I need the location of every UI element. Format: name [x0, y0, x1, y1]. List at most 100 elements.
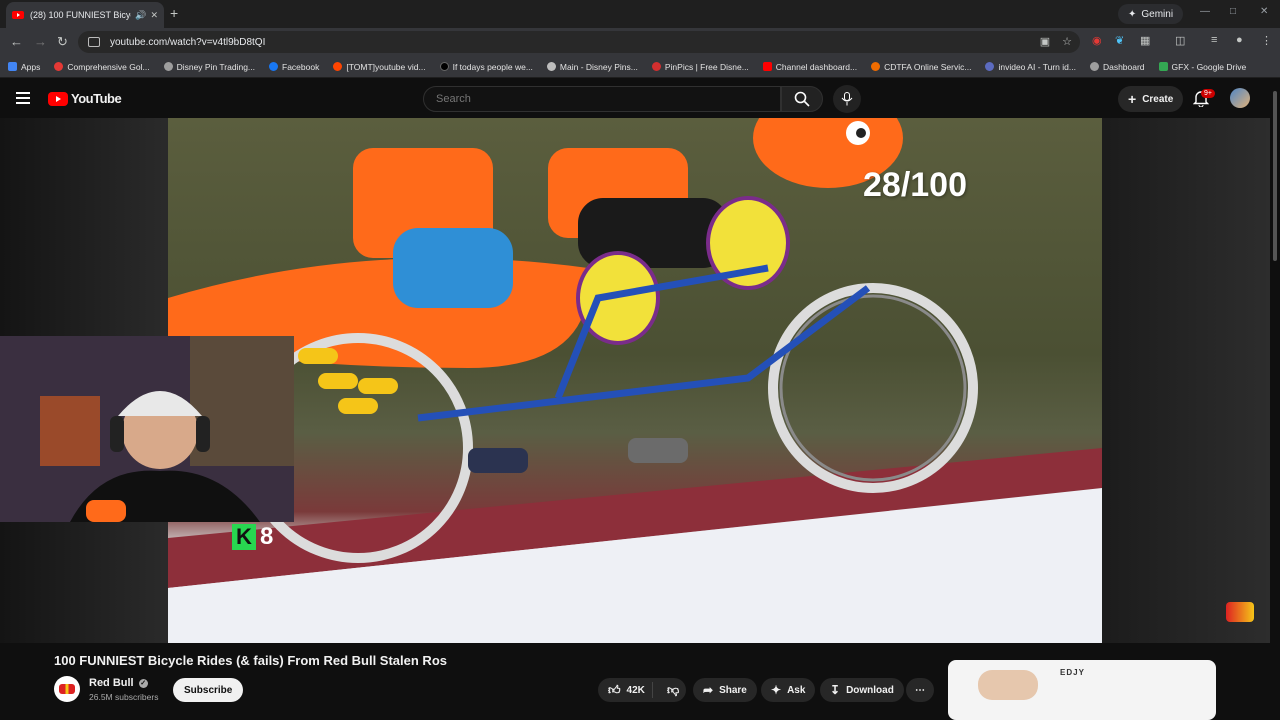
search-button[interactable] [781, 86, 823, 112]
apps-grid-icon [8, 62, 17, 71]
more-actions-button[interactable]: ⋯ [906, 678, 934, 702]
bookmark-favicon-icon [163, 62, 173, 71]
bookmark-item[interactable]: Facebook [269, 62, 319, 72]
address-row: ← → ↻ youtube.com/watch?v=v4tl9bD8tQI ▣ … [0, 28, 1280, 56]
ask-label: Ask [787, 684, 806, 696]
speaker-icon[interactable]: 🔊 [135, 10, 146, 21]
bookmark-item[interactable]: GFX - Google Drive [1158, 62, 1246, 72]
share-button[interactable]: ➦ Share [693, 678, 757, 702]
related-video-thumbnail[interactable]: EDJY [948, 660, 1216, 720]
share-label: Share [719, 684, 747, 696]
like-count: 42K [626, 684, 645, 696]
address-bar[interactable]: youtube.com/watch?v=v4tl9bD8tQI ▣ ☆ [78, 31, 1080, 53]
bookmark-favicon-icon [546, 62, 556, 71]
bookmark-label: Apps [21, 61, 41, 72]
site-info-icon[interactable] [88, 37, 100, 47]
bookmark-favicon-icon [871, 62, 881, 71]
notification-count-badge: 9+ [1201, 89, 1215, 98]
channel-name-text: Red Bull [89, 677, 134, 689]
reddit-icon [333, 62, 343, 71]
k-number: 8 [260, 523, 274, 550]
bookmark-item[interactable]: Disney Pin Trading... [163, 62, 255, 72]
new-tab-button[interactable]: + [170, 5, 178, 21]
reload-icon[interactable]: ↻ [57, 34, 68, 50]
bookmark-star-icon[interactable]: ☆ [1062, 35, 1072, 48]
dislike-button[interactable]: 👎︎ [659, 683, 679, 698]
bookmark-item[interactable]: If todays people we... [439, 61, 533, 72]
close-tab-icon[interactable]: ✕ [150, 10, 158, 21]
bookmark-item[interactable]: [TOMT]youtube vid... [333, 61, 426, 72]
verified-check-icon: ✓ [138, 678, 148, 688]
extensions-puzzle-icon[interactable]: ▦ [1140, 34, 1150, 47]
youtube-favicon-icon [12, 11, 24, 19]
channel-avatar[interactable] [54, 676, 80, 702]
sparkle-icon: ✦ [771, 683, 782, 697]
google-drive-icon [1158, 62, 1168, 71]
overlay-counter: 28/100 [863, 166, 967, 204]
share-arrow-icon: ➦ [703, 683, 714, 697]
forward-icon[interactable]: → [34, 34, 47, 49]
close-window-icon[interactable]: ✕ [1260, 6, 1268, 17]
bookmark-label: PinPics | Free Disne... [664, 61, 749, 72]
ask-button[interactable]: ✦ Ask [761, 678, 816, 702]
extension-red-icon[interactable]: ◉ [1092, 34, 1102, 47]
plus-icon: + [1128, 91, 1137, 107]
subscriber-count: 26.5M subscribers [89, 692, 159, 702]
like-dislike-group: 👍︎ 42K 👎︎ [598, 678, 686, 702]
bookmark-item[interactable]: PinPics | Free Disne... [651, 61, 749, 72]
account-avatar[interactable] [1230, 88, 1250, 108]
back-icon[interactable]: ← [10, 34, 23, 49]
bookmarks-bar: Apps Comprehensive Gol... Disney Pin Tra… [0, 56, 1280, 78]
download-button[interactable]: ↧ Download [820, 678, 904, 702]
bookmark-item[interactable]: Channel dashboard... [762, 62, 857, 72]
subscribe-button[interactable]: Subscribe [173, 678, 244, 702]
side-panel-icon[interactable]: ◫ [1175, 34, 1185, 47]
youtube-studio-icon [762, 62, 772, 71]
browser-tab[interactable]: (28) 100 FUNNIEST Bicycle 🔊 ✕ [6, 2, 164, 28]
scrollbar-thumb[interactable] [1273, 91, 1277, 261]
extension-blue-icon[interactable]: ❦ [1115, 34, 1124, 47]
like-button[interactable]: 👍︎ 42K [598, 682, 653, 698]
search-input[interactable] [423, 86, 781, 112]
channel-name[interactable]: Red Bull ✓ [89, 677, 148, 689]
video-frame[interactable]: 28/100 [168, 118, 1102, 643]
more-horizontal-icon: ⋯ [915, 684, 925, 696]
gemini-label: Gemini [1141, 8, 1174, 20]
browser-tab-bar: (28) 100 FUNNIEST Bicycle 🔊 ✕ + ✦ Gemini… [0, 0, 1280, 28]
hamburger-menu-icon[interactable] [16, 92, 30, 107]
k-counter-overlay: K 8 [232, 523, 273, 551]
download-label: Download [846, 684, 894, 696]
thumbnail-hand-image [978, 670, 1038, 700]
create-label: Create [1142, 93, 1174, 105]
tab-title: (28) 100 FUNNIEST Bicycle [30, 10, 132, 20]
thumbnail-brand-text: EDJY [1060, 668, 1085, 677]
download-icon: ↧ [830, 683, 841, 697]
voice-search-button[interactable] [833, 85, 861, 113]
bookmark-label: [TOMT]youtube vid... [346, 61, 426, 72]
bookmark-favicon-icon [985, 62, 995, 71]
tiktok-icon [439, 62, 449, 71]
bookmark-label: Facebook [282, 61, 320, 72]
profile-icon[interactable]: ● [1236, 34, 1243, 46]
install-app-icon[interactable]: ▣ [1040, 35, 1050, 48]
bookmark-favicon-icon [54, 62, 64, 71]
youtube-logo[interactable]: YouTube [48, 91, 122, 106]
bookmark-label: Dashboard [1102, 61, 1145, 72]
video-player[interactable]: 28/100 K 8 [0, 118, 1270, 643]
bookmark-item[interactable]: CDTFA Online Servic... [871, 62, 971, 72]
logo-text: YouTube [71, 91, 122, 106]
create-button[interactable]: + Create [1118, 86, 1184, 112]
gemini-button[interactable]: ✦ Gemini [1118, 4, 1184, 24]
bookmark-item[interactable]: Apps [8, 62, 40, 72]
bookmark-item[interactable]: Comprehensive Gol... [54, 62, 150, 72]
bookmark-label: If todays people we... [452, 61, 533, 72]
media-controls-icon[interactable]: ≡ [1211, 34, 1217, 46]
maximize-icon[interactable]: □ [1230, 6, 1236, 17]
bookmark-item[interactable]: invideo AI - Turn id... [985, 62, 1076, 72]
bookmark-item[interactable]: Main - Disney Pins... [546, 62, 638, 72]
minimize-icon[interactable]: — [1200, 6, 1210, 17]
bookmark-item[interactable]: Dashboard [1089, 61, 1145, 72]
browser-menu-icon[interactable]: ⋮ [1261, 34, 1272, 47]
video-title: 100 FUNNIEST Bicycle Rides (& fails) Fro… [54, 653, 447, 668]
page-scrollbar[interactable] [1270, 79, 1280, 720]
